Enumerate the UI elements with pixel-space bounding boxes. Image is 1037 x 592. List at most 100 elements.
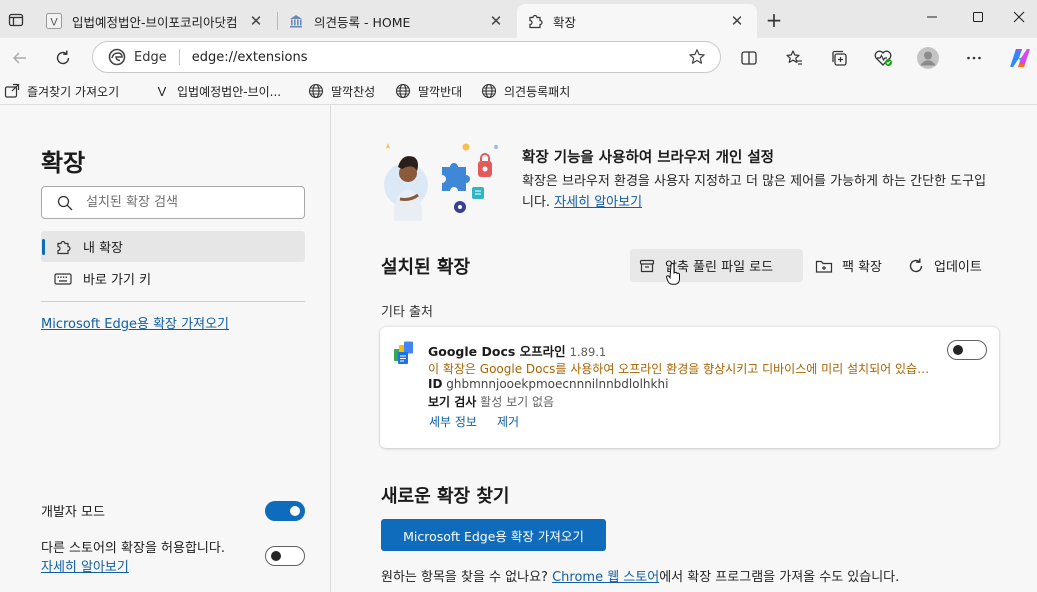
close-tab-icon[interactable]: ✕ <box>246 11 266 31</box>
new-tab-button[interactable]: + <box>762 8 786 32</box>
hand-cursor-icon <box>666 263 680 285</box>
other-store-label: 다른 스토어의 확장을 허용합니다. <box>41 541 225 556</box>
favorite-item-import[interactable]: 즐겨찾기 가져오기 <box>4 81 119 101</box>
minimize-icon <box>927 16 937 18</box>
split-screen-button[interactable] <box>733 42 765 74</box>
v-letter-icon: V <box>157 83 167 99</box>
favorite-label: 의견등록패치 <box>504 84 571 99</box>
search-icon <box>57 195 73 210</box>
get-extensions-button[interactable]: Microsoft Edge용 확장 가져오기 <box>381 519 606 551</box>
collections-button[interactable] <box>823 42 855 74</box>
globe-icon <box>308 83 324 99</box>
favorite-label: 입법예정법안-브이... <box>177 84 282 99</box>
sidebar: 확장 내 확장 바로 가기 키 Microsoft Edge용 확장 가져오기 … <box>0 105 331 592</box>
main-content: 확장 기능을 사용하여 브라우저 개인 설정 확장은 브라우저 환경을 사용자 … <box>332 105 1037 592</box>
more-dots-icon <box>967 56 981 60</box>
refresh-icon <box>56 50 70 65</box>
load-unpacked-button[interactable]: 압축 풀린 파일 로드 <box>630 249 803 282</box>
edge-logo-icon <box>108 48 126 66</box>
collections-icon <box>832 50 847 66</box>
remove-link[interactable]: 제거 <box>497 413 519 430</box>
back-button[interactable] <box>4 42 36 74</box>
split-screen-icon <box>741 51 757 65</box>
heart-pulse-icon <box>874 50 892 66</box>
settings-more-button[interactable] <box>958 42 990 74</box>
learn-more-link[interactable]: 자세히 알아보기 <box>41 556 129 575</box>
sidebar-item-label: 내 확장 <box>83 241 124 256</box>
refresh-icon <box>907 257 925 275</box>
get-extensions-link[interactable]: Microsoft Edge용 확장 가져오기 <box>41 313 229 332</box>
favorite-star-icon[interactable] <box>688 48 706 66</box>
favorites-button[interactable] <box>778 42 810 74</box>
other-store-toggle[interactable] <box>265 546 305 566</box>
chrome-web-store-link[interactable]: Chrome 웹 스토어 <box>552 570 659 585</box>
extension-name-text: Google Docs 오프라인 <box>428 344 566 359</box>
keyboard-icon <box>54 270 72 288</box>
favorite-item-patch[interactable]: 의견등록패치 <box>481 81 570 101</box>
sidebar-item-my-extensions[interactable]: 내 확장 <box>41 231 305 262</box>
favorite-item-approve[interactable]: 딸깍찬성 <box>308 81 375 101</box>
tab-bv4korea[interactable]: V 입법예정법안-브이포코리아닷컴 ✕ <box>36 4 276 38</box>
extension-id-row: ID ghbmnnjooekpmoecnnnilnnbdlolhkhi <box>428 377 668 391</box>
favorite-label: 딸깍반대 <box>418 84 463 99</box>
toolbar: Edge edge://extensions <box>0 38 1037 78</box>
globe-icon <box>481 83 497 99</box>
refresh-button[interactable] <box>47 42 79 74</box>
extension-name: Google Docs 오프라인 1.89.1 <box>428 341 606 360</box>
favorite-label: 즐겨찾기 가져오기 <box>27 84 120 99</box>
favorite-item-bv4[interactable]: V 입법예정법안-브이... <box>154 81 281 101</box>
favorites-star-list-icon <box>786 50 802 65</box>
find-extensions-text: 원하는 항목을 찾을 수 없나요? Chrome 웹 스토어에서 확장 프로그램… <box>381 566 899 585</box>
extension-description: 이 확장은 Google Docs를 사용하여 오프라인 환경을 향상시키고 디… <box>428 362 938 376</box>
search-box[interactable] <box>41 186 305 219</box>
pack-icon <box>815 257 833 275</box>
find-text-after: 에서 확장 프로그램을 가져올 수도 있습니다. <box>659 570 900 585</box>
close-tab-icon[interactable]: ✕ <box>727 11 747 31</box>
tab-opinion-home[interactable]: 의견등록 - HOME ✕ <box>278 4 516 38</box>
update-button[interactable]: 업데이트 <box>899 249 990 282</box>
copilot-icon <box>1010 49 1030 67</box>
favorite-label: 딸깍찬성 <box>331 84 376 99</box>
installed-extensions-title: 설치된 확장 <box>381 257 471 278</box>
extensions-hero-illustration <box>384 143 498 221</box>
update-label: 업데이트 <box>934 260 982 275</box>
pack-extension-button[interactable]: 팩 확장 <box>807 249 890 282</box>
maximize-icon <box>973 12 983 22</box>
favorite-item-oppose[interactable]: 딸깍반대 <box>395 81 462 101</box>
minimize-button[interactable] <box>909 0 955 34</box>
hero-learn-more-link[interactable]: 자세히 알아보기 <box>554 195 642 210</box>
search-input[interactable] <box>86 195 286 210</box>
extension-card: Google Docs 오프라인 1.89.1 이 확장은 Google Docs… <box>380 327 999 448</box>
tab-title: 의견등록 - HOME <box>314 14 411 30</box>
tab-actions-button[interactable] <box>0 6 32 34</box>
url-text[interactable]: edge://extensions <box>192 50 308 65</box>
sidebar-divider <box>41 301 305 302</box>
inspect-views-value: 활성 보기 없음 <box>480 395 555 409</box>
source-label: 기타 출처 <box>381 305 433 320</box>
extension-version: 1.89.1 <box>569 345 607 359</box>
google-docs-offline-icon <box>394 341 413 364</box>
box-icon <box>638 257 656 275</box>
profile-button[interactable] <box>912 42 944 74</box>
active-indicator <box>42 239 45 255</box>
tab-title: 확장 <box>553 14 577 30</box>
extension-id-label: ID <box>428 377 443 391</box>
find-extensions-title: 새로운 확장 찾기 <box>381 486 510 507</box>
svg-text:V: V <box>50 17 58 29</box>
address-divider <box>178 49 180 65</box>
developer-mode-toggle[interactable] <box>265 501 305 521</box>
pack-extension-label: 팩 확장 <box>842 260 883 275</box>
details-link[interactable]: 세부 정보 <box>429 413 477 430</box>
address-bar[interactable]: Edge edge://extensions <box>92 41 721 73</box>
close-window-button[interactable] <box>1000 0 1037 34</box>
sidebar-item-shortcuts[interactable]: 바로 가기 키 <box>41 263 305 294</box>
extension-id-value: ghbmnnjooekpmoecnnnilnnbdlolhkhi <box>446 377 669 391</box>
browser-essentials-button[interactable] <box>867 42 899 74</box>
inspect-views-label: 보기 검사 <box>428 395 477 409</box>
extension-enable-toggle[interactable] <box>947 340 987 360</box>
maximize-button[interactable] <box>955 0 1001 34</box>
copilot-button[interactable] <box>1004 42 1036 74</box>
hero-description: 확장은 브라우저 환경을 사용자 지정하고 더 많은 제어를 가능하게 하는 간… <box>522 171 997 213</box>
close-tab-icon[interactable]: ✕ <box>486 11 506 31</box>
tab-extensions[interactable]: 확장 ✕ <box>517 4 757 38</box>
